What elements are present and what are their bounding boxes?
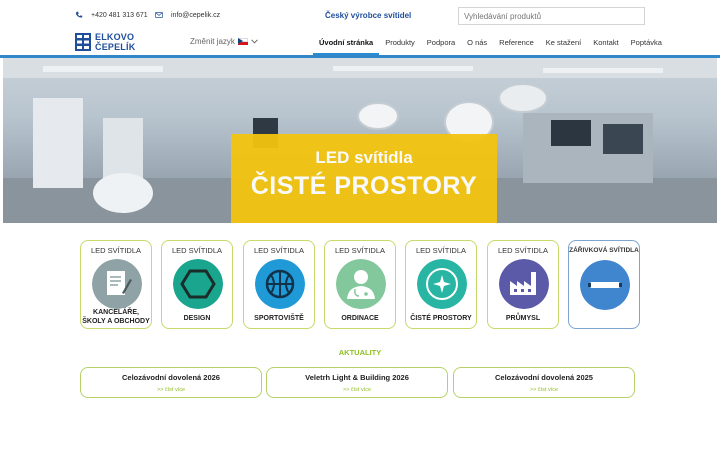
email-address[interactable]: info@cepelik.cz [171, 12, 220, 19]
document-pen-icon [92, 259, 142, 309]
main-nav: Úvodní stránka Produkty Podpora O nás Re… [313, 31, 668, 55]
doctor-icon [336, 259, 386, 309]
logo-icon [75, 33, 91, 51]
card-title: LED SVÍTIDLA [415, 246, 467, 255]
chevron-down-icon [251, 39, 258, 44]
czech-flag-icon [237, 38, 248, 45]
nav-item-reference[interactable]: Reference [493, 31, 540, 55]
phone-number[interactable]: +420 481 313 671 [91, 12, 148, 19]
news-title: Celozávodní dovolená 2026 [122, 373, 220, 382]
nav-item-podpora[interactable]: Podpora [421, 31, 461, 55]
card-label: SPORTOVIŠTĚ [254, 315, 304, 322]
nav-item-uvodni-stranka[interactable]: Úvodní stránka [313, 31, 380, 55]
card-label: ORDINACE [341, 315, 379, 322]
news-item[interactable]: Veletrh Light & Building 2026 >> číst ví… [266, 367, 448, 398]
read-more-link[interactable]: >> číst více [454, 387, 634, 393]
category-card-kancelare[interactable]: LED SVÍTIDLA KANCELÁŘE, ŠKOLY A OBCHODY [80, 240, 152, 329]
card-label: PRŮMYSL [505, 315, 541, 322]
category-card-ciste-prostory[interactable]: LED SVÍTIDLA ČISTÉ PROSTORY [405, 240, 477, 329]
hexagon-icon [173, 259, 223, 309]
card-label: DESIGN [183, 315, 211, 322]
news-title: Celozávodní dovolená 2025 [495, 373, 593, 382]
category-card-ordinace[interactable]: LED SVÍTIDLA ORDINACE [324, 240, 396, 329]
email-contact[interactable]: info@cepelik.cz [155, 11, 220, 19]
envelope-icon [155, 12, 163, 18]
nav-item-ke-stazeni[interactable]: Ke stažení [540, 31, 587, 55]
card-title: LED SVÍTIDLA [90, 246, 142, 255]
factory-icon [499, 259, 549, 309]
logo-line-1: ELKOVO [95, 32, 135, 42]
hero-line-1: LED svítidla [315, 148, 413, 167]
hero-yellow-label: LED svítidla ČISTÉ PROSTORY [231, 134, 497, 223]
card-title: LED SVÍTIDLA [497, 246, 549, 255]
card-title: LED SVÍTIDLA [334, 246, 386, 255]
read-more-link[interactable]: >> číst více [267, 387, 447, 393]
phone-icon [76, 11, 83, 18]
maker-tagline: Český výrobce svítidel [325, 11, 412, 20]
card-label: ČISTÉ PROSTORY [410, 315, 472, 322]
hero-banner[interactable]: LED svítidla ČISTÉ PROSTORY [3, 58, 717, 223]
read-more-link[interactable]: >> číst více [81, 387, 261, 393]
card-title: LED SVÍTIDLA [171, 246, 223, 255]
news-item[interactable]: Celozávodní dovolená 2026 >> číst více [80, 367, 262, 398]
news-title: Veletrh Light & Building 2026 [305, 373, 409, 382]
fluorescent-tube-icon [580, 260, 630, 310]
category-card-design[interactable]: LED SVÍTIDLA DESIGN [161, 240, 233, 329]
phone-contact[interactable]: +420 481 313 671 [75, 11, 148, 19]
card-title: LED SVÍTIDLA [253, 246, 305, 255]
clean-room-icon [417, 259, 467, 309]
ball-icon [255, 259, 305, 309]
category-card-sportoviste[interactable]: LED SVÍTIDLA SPORTOVIŠTĚ [243, 240, 315, 329]
category-card-zarivkova[interactable]: ZÁŘIVKOVÁ SVÍTIDLA [568, 240, 640, 329]
category-cards: LED SVÍTIDLA KANCELÁŘE, ŠKOLY A OBCHODY … [80, 240, 640, 330]
search-input[interactable] [458, 7, 645, 25]
logo-line-2: ČEPELÍK [95, 42, 136, 52]
nav-item-produkty[interactable]: Produkty [379, 31, 421, 55]
nav-item-kontakt[interactable]: Kontakt [587, 31, 624, 55]
news-heading: AKTUALITY [338, 348, 382, 357]
card-label: KANCELÁŘE, ŠKOLY A OBCHODY [82, 309, 150, 325]
card-title: ZÁŘIVKOVÁ SVÍTIDLA [569, 247, 639, 254]
logo[interactable]: ELKOVO ČEPELÍK [75, 32, 135, 52]
language-label: Změnit jazyk [190, 37, 235, 46]
top-bar: +420 481 313 671 info@cepelik.cz Český v… [0, 0, 720, 30]
news-item[interactable]: Celozávodní dovolená 2025 >> číst více [453, 367, 635, 398]
category-card-prumysl[interactable]: LED SVÍTIDLA PRŮMYSL [487, 240, 559, 329]
nav-item-o-nas[interactable]: O nás [461, 31, 493, 55]
nav-item-poptavka[interactable]: Poptávka [625, 31, 668, 55]
language-switcher[interactable]: Změnit jazyk [190, 37, 258, 46]
hero-line-2: ČISTÉ PROSTORY [250, 172, 478, 200]
